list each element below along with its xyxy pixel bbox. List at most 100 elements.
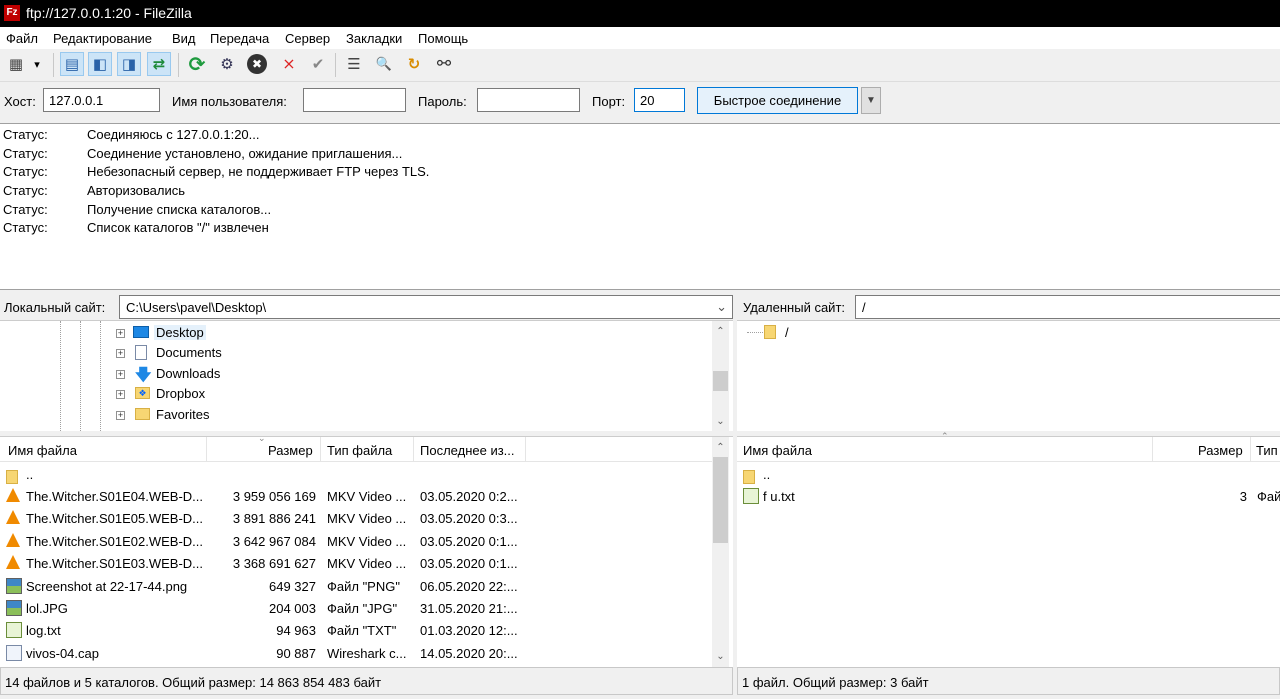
scroll-up-icon[interactable]: ⌃ [712, 323, 729, 340]
file-row[interactable]: The.Witcher.S01E04.WEB-D... 3 959 056 16… [0, 485, 712, 507]
window-title: ftp://127.0.0.1:20 - FileZilla [26, 5, 192, 21]
chevron-down-icon: ⌄ [716, 299, 727, 314]
remote-path-input[interactable]: / [855, 295, 1280, 319]
text-file-icon [743, 488, 759, 504]
local-site-label: Локальный сайт: [4, 300, 106, 315]
column-modified[interactable]: Последнее из... [420, 443, 515, 458]
file-row[interactable]: Screenshot at 22-17-44.png 649 327 Файл … [0, 575, 712, 597]
file-row[interactable]: .. [737, 463, 1280, 485]
message-log[interactable]: Статус: Соединяюсь с 127.0.0.1:20... Стат… [0, 123, 1280, 290]
search-button[interactable]: 🔍 [372, 52, 396, 76]
reconnect-button[interactable]: ✔ [306, 52, 330, 76]
scroll-thumb[interactable] [713, 371, 728, 391]
menu-edit[interactable]: Редактирование [53, 31, 152, 46]
scroll-down-icon[interactable]: ⌄ [712, 413, 729, 430]
local-list-scrollbar[interactable]: ⌃ ⌄ [712, 437, 729, 667]
tree-item-label: / [785, 325, 789, 340]
column-filename[interactable]: Имя файла [8, 443, 77, 458]
refresh-button[interactable]: ⟳ [185, 52, 209, 76]
cancel-operation-button[interactable]: ✖ [245, 52, 269, 76]
expand-icon[interactable]: + [116, 370, 125, 379]
menu-view[interactable]: Вид [172, 31, 196, 46]
file-row[interactable]: The.Witcher.S01E05.WEB-D... 3 891 886 24… [0, 507, 712, 529]
file-row[interactable]: vivos-04.cap 90 887 Wireshark c... 14.05… [0, 642, 712, 664]
find-files-button[interactable]: ⚯ [432, 52, 456, 76]
column-divider[interactable] [1250, 437, 1251, 461]
file-row[interactable]: The.Witcher.S01E02.WEB-D... 3 642 967 08… [0, 530, 712, 552]
local-status-bar: 14 файлов и 5 каталогов. Общий размер: 1… [0, 667, 733, 695]
remote-site-bar: Удаленный сайт: / [737, 294, 1280, 320]
file-row[interactable]: log.txt 94 963 Файл "TXT" 01.03.2020 12:… [0, 619, 712, 641]
file-row[interactable]: .. [0, 463, 712, 485]
password-label: Пароль: [418, 94, 467, 109]
column-type[interactable]: Тип файла [327, 443, 392, 458]
local-path-input[interactable]: C:\Users\pavel\Desktop\ ⌄ [119, 295, 733, 319]
disconnect-button[interactable]: ⨯ [277, 52, 301, 76]
toggle-transfer-queue-button[interactable]: ⇄ [147, 52, 171, 76]
expand-icon[interactable]: + [116, 349, 125, 358]
local-directory-tree[interactable]: + Desktop + Documents + 🡇 Downloads + ❖ … [0, 320, 733, 431]
password-input[interactable] [477, 88, 580, 112]
column-divider[interactable] [206, 437, 207, 461]
tree-guide-line [80, 321, 82, 431]
dropbox-icon: ❖ [135, 387, 150, 399]
toggle-remote-tree-button[interactable]: ◨ [117, 52, 141, 76]
file-row[interactable]: f u.txt 3 Фай [737, 485, 1280, 507]
host-input[interactable] [43, 88, 160, 112]
port-input[interactable] [634, 88, 685, 112]
menu-file[interactable]: Файл [6, 31, 38, 46]
file-row[interactable]: lol.JPG 204 003 Файл "JPG" 31.05.2020 21… [0, 597, 712, 619]
file-row[interactable]: The.Witcher.S01E03.WEB-D... 3 368 691 62… [0, 552, 712, 574]
toolbar-separator [335, 53, 336, 77]
tree-item-label: Documents [156, 345, 222, 360]
menu-help[interactable]: Помощь [418, 31, 468, 46]
column-divider[interactable] [320, 437, 321, 461]
site-manager-icon: ▦ [8, 56, 24, 73]
toolbar: ▦ ▾ ▤ ◧ ◨ ⇄ ⟳ ⚙ ✖ ⨯ ✔ ☰ 🔍 ↻ ⚯ [0, 49, 1280, 82]
column-size[interactable]: Размер [268, 443, 313, 458]
parent-folder-icon [6, 466, 22, 484]
tree-item-label: Favorites [156, 407, 210, 422]
username-input[interactable] [303, 88, 406, 112]
scroll-up-icon[interactable]: ⌃ [712, 439, 729, 456]
scroll-thumb[interactable] [713, 457, 728, 543]
column-type[interactable]: Тип [1256, 443, 1278, 458]
remote-status-bar: 1 файл. Общий размер: 3 байт [737, 667, 1280, 695]
process-queue-button[interactable]: ⚙ [215, 52, 239, 76]
toggle-local-tree-button[interactable]: ◧ [88, 52, 112, 76]
local-tree-scrollbar[interactable]: ⌃ ⌄ [712, 321, 729, 431]
local-file-list[interactable]: Имя файла ⌄ Размер Тип файла Последнее и… [0, 433, 733, 667]
tree-guide-line [60, 321, 62, 431]
quickconnect-button[interactable]: Быстрое соединение [697, 87, 858, 114]
expand-icon[interactable]: + [116, 329, 125, 338]
search-icon: 🔍 [375, 56, 393, 71]
column-divider[interactable] [525, 437, 526, 461]
tree-item-label: Dropbox [156, 386, 206, 401]
filter-icon: ☰ [347, 56, 361, 73]
capture-file-icon [6, 645, 22, 661]
filter-button[interactable]: ☰ [342, 52, 366, 76]
menu-transfer[interactable]: Передача [210, 31, 269, 46]
expand-icon[interactable]: + [116, 390, 125, 399]
remote-file-list[interactable]: Имя файла ⌃ Размер Тип .. f u.txt 3 Фай [737, 431, 1280, 667]
scroll-down-icon[interactable]: ⌄ [712, 648, 729, 665]
menu-server[interactable]: Сервер [285, 31, 330, 46]
local-site-bar: Локальный сайт: C:\Users\pavel\Desktop\ … [0, 294, 733, 320]
site-manager-button[interactable]: ▦ [4, 52, 28, 76]
menu-bookmarks[interactable]: Закладки [346, 31, 402, 46]
reconnect-icon: ✔ [311, 56, 325, 73]
expand-icon[interactable]: + [116, 411, 125, 420]
toggle-message-log-button[interactable]: ▤ [60, 52, 84, 76]
sync-browse-button[interactable]: ↻ [402, 52, 426, 76]
quickconnect-history-dropdown[interactable]: ▼ [861, 87, 881, 114]
column-divider[interactable] [413, 437, 414, 461]
remote-directory-tree[interactable]: / [737, 320, 1280, 431]
column-size[interactable]: Размер [1198, 443, 1243, 458]
column-filename[interactable]: Имя файла [743, 443, 812, 458]
menu-bar: Файл Редактирование Вид Передача Сервер … [0, 27, 1280, 49]
column-divider[interactable] [1152, 437, 1153, 461]
local-column-header: Имя файла ⌄ Размер Тип файла Последнее и… [0, 433, 712, 462]
tree-item-label: Desktop [154, 325, 206, 340]
site-manager-dropdown-button[interactable]: ▾ [30, 52, 44, 76]
vlc-icon [6, 488, 22, 504]
